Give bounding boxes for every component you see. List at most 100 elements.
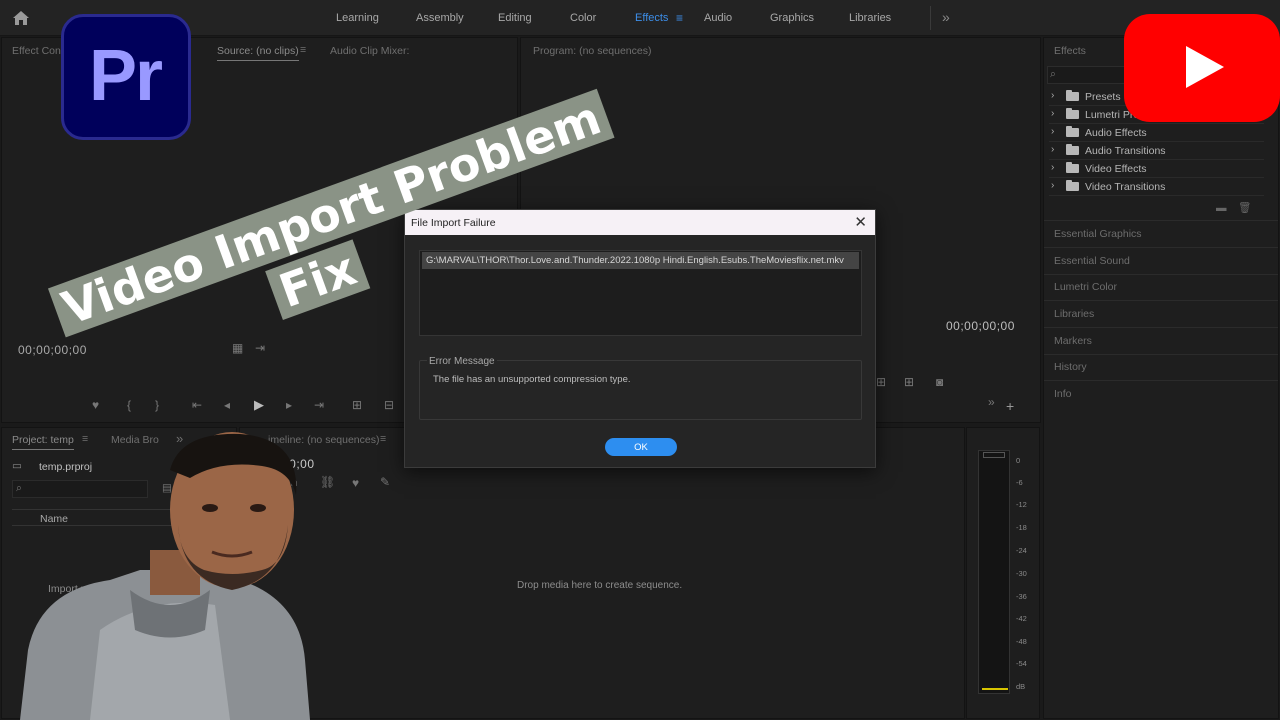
- effects-item-audio-transitions[interactable]: › Audio Transitions: [1049, 143, 1264, 160]
- audio-meter-clip-indicator: [983, 452, 1005, 458]
- chevron-right-icon[interactable]: ›: [1051, 144, 1054, 155]
- meter-label: -24: [1016, 546, 1027, 555]
- tab-editing[interactable]: Editing: [498, 12, 532, 24]
- tab-libraries[interactable]: Libraries: [849, 12, 891, 24]
- program-tab[interactable]: Program: (no sequences): [533, 45, 651, 57]
- effect-controls-tab[interactable]: Effect Contr: [12, 45, 67, 57]
- wrench-icon[interactable]: ✎: [380, 475, 390, 489]
- add-button-icon[interactable]: +: [1006, 398, 1014, 414]
- mark-out-icon[interactable]: }: [155, 398, 159, 412]
- folder-icon: [1066, 180, 1079, 191]
- audio-clip-mixer-tab[interactable]: Audio Clip Mixer:: [330, 45, 409, 57]
- divider: [1044, 327, 1278, 328]
- play-icon: [1186, 46, 1224, 88]
- extract-icon[interactable]: ⊞: [904, 375, 914, 389]
- tab-audio[interactable]: Audio: [704, 12, 732, 24]
- meter-label: -54: [1016, 659, 1027, 668]
- mark-in-icon[interactable]: {: [127, 398, 131, 412]
- premiere-pro-logo: Pr: [61, 14, 191, 140]
- youtube-logo: [1124, 14, 1280, 122]
- effects-item-video-effects[interactable]: › Video Effects: [1049, 161, 1264, 178]
- program-timecode[interactable]: 00;00;00;00: [946, 319, 1015, 333]
- tab-assembly[interactable]: Assembly: [416, 12, 464, 24]
- close-icon[interactable]: ✕: [854, 213, 867, 231]
- panel-history[interactable]: History: [1054, 361, 1087, 373]
- premiere-logo-text: Pr: [89, 36, 163, 116]
- error-message-box: [419, 360, 862, 420]
- camera-icon[interactable]: ◙: [936, 375, 943, 389]
- meter-label: -48: [1016, 637, 1027, 646]
- meter-label: -18: [1016, 523, 1027, 532]
- go-to-out-icon[interactable]: ⇥: [314, 398, 324, 412]
- insert-icon[interactable]: ⊞: [352, 398, 362, 412]
- panel-info[interactable]: Info: [1054, 388, 1072, 400]
- tab-color[interactable]: Color: [570, 12, 596, 24]
- meter-label: -12: [1016, 500, 1027, 509]
- error-message-text: The file has an unsupported compression …: [433, 374, 631, 385]
- timeline-panel: [239, 427, 965, 719]
- hamburger-icon[interactable]: ≡: [676, 11, 683, 25]
- meter-label: -30: [1016, 569, 1027, 578]
- folder-icon: [1066, 90, 1079, 101]
- audio-level-fill: [982, 688, 1008, 690]
- overwrite-icon[interactable]: ⊟: [384, 398, 394, 412]
- chevron-right-icon[interactable]: ›: [1051, 90, 1054, 101]
- audio-meter: [978, 450, 1010, 694]
- effects-panel-title[interactable]: Effects: [1054, 45, 1086, 57]
- error-message-legend: Error Message: [427, 356, 497, 367]
- linked-selection-icon[interactable]: ⛓: [320, 475, 335, 489]
- tab-learning[interactable]: Learning: [336, 12, 379, 24]
- workspace-bar: Learning Assembly Editing Color Effects …: [0, 0, 1280, 36]
- meter-label: -6: [1016, 478, 1023, 487]
- chevron-right-icon[interactable]: ›: [1051, 108, 1054, 119]
- presenter-photo: [20, 432, 310, 720]
- divider: [1044, 247, 1278, 248]
- tab-effects[interactable]: Effects: [635, 12, 668, 24]
- divider: [1044, 354, 1278, 355]
- effects-item-audio-effects[interactable]: › Audio Effects: [1049, 125, 1264, 142]
- marker-icon[interactable]: ♥: [92, 398, 99, 412]
- panel-menu-icon[interactable]: ≡: [300, 44, 306, 56]
- panel-menu-icon[interactable]: ≡: [380, 433, 386, 445]
- chevron-right-icon[interactable]: ›: [1051, 180, 1054, 191]
- chevron-double-right-icon[interactable]: »: [942, 9, 950, 25]
- effects-item-video-transitions[interactable]: › Video Transitions: [1049, 179, 1264, 196]
- lift-icon[interactable]: ⊞: [876, 375, 886, 389]
- search-icon: ⌕: [1050, 68, 1056, 80]
- play-icon[interactable]: ▶: [254, 397, 264, 413]
- trash-icon[interactable]: 🗑: [1238, 201, 1251, 214]
- home-icon[interactable]: [12, 10, 30, 26]
- chevron-double-right-icon[interactable]: »: [988, 395, 995, 409]
- add-marker-icon[interactable]: ♥: [352, 476, 359, 490]
- source-tab[interactable]: Source: (no clips): [217, 45, 299, 61]
- folder-icon: [1066, 126, 1079, 137]
- divider: [930, 6, 931, 30]
- meter-label: -36: [1016, 592, 1027, 601]
- chevron-right-icon[interactable]: ›: [1051, 162, 1054, 173]
- meter-label: dB: [1016, 682, 1026, 691]
- panel-essential-sound[interactable]: Essential Sound: [1054, 255, 1130, 267]
- panel-libraries[interactable]: Libraries: [1054, 308, 1094, 320]
- export-frame-icon[interactable]: ⇥: [255, 341, 265, 355]
- panel-essential-graphics[interactable]: Essential Graphics: [1054, 228, 1142, 240]
- step-forward-icon[interactable]: ▸: [286, 398, 292, 412]
- divider: [1044, 300, 1278, 301]
- go-to-in-icon[interactable]: ⇤: [192, 398, 202, 412]
- divider: [1044, 220, 1278, 221]
- panel-lumetri-color[interactable]: Lumetri Color: [1054, 281, 1117, 293]
- drop-media-hint: Drop media here to create sequence.: [517, 580, 683, 591]
- folder-icon: [1066, 162, 1079, 173]
- folder-icon: [1066, 108, 1079, 119]
- divider: [1044, 274, 1278, 275]
- failed-files-list[interactable]: G:\MARVAL\THOR\Thor.Love.and.Thunder.202…: [419, 250, 862, 336]
- chevron-right-icon[interactable]: ›: [1051, 126, 1054, 137]
- panel-markers[interactable]: Markers: [1054, 335, 1092, 347]
- new-bin-icon[interactable]: ▬: [1216, 202, 1227, 214]
- ok-button[interactable]: OK: [605, 438, 677, 456]
- meter-label: 0: [1016, 456, 1021, 465]
- meter-label: -42: [1016, 614, 1027, 623]
- folder-icon: [1066, 144, 1079, 155]
- divider: [1044, 380, 1278, 381]
- tab-graphics[interactable]: Graphics: [770, 12, 814, 24]
- step-back-icon[interactable]: ◂: [224, 398, 230, 412]
